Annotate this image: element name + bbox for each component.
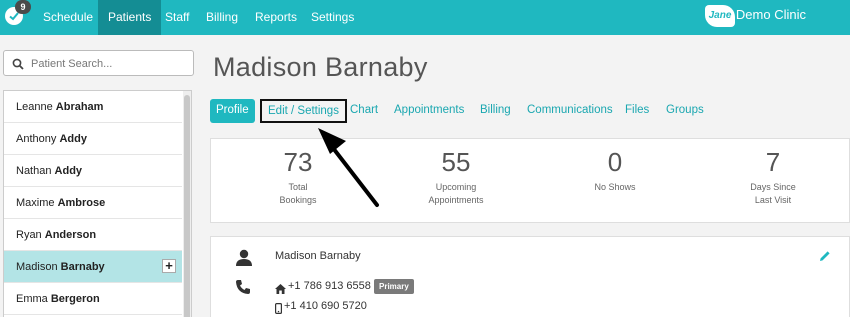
list-item[interactable]: Leanne Abraham <box>4 91 182 123</box>
stat-value: 55 <box>441 147 471 177</box>
stat-value: 0 <box>607 147 623 177</box>
user-icon <box>235 249 253 272</box>
tab-profile[interactable]: Profile <box>210 99 255 123</box>
search-icon <box>12 57 24 75</box>
phone-mobile: +1 410 690 5720 <box>284 300 367 312</box>
list-item[interactable]: Ryan Anderson <box>4 219 182 251</box>
notification-badge[interactable]: 9 <box>15 0 31 14</box>
pencil-icon[interactable] <box>819 249 831 267</box>
nav-patients[interactable]: Patients <box>98 0 162 35</box>
scrollbar[interactable] <box>183 91 191 317</box>
tab-chart[interactable]: Chart <box>344 99 384 123</box>
nav-reports[interactable]: Reports <box>245 0 307 35</box>
stats-card: 73 Total Bookings 55 Upcoming Appointments… <box>210 138 850 223</box>
page-title: Madison Barnaby <box>213 52 428 82</box>
list-item[interactable]: Nathan Addy <box>4 155 182 187</box>
stat-label: Total Bookings <box>279 182 317 205</box>
stat-days-since-last-visit: 7 Days Since Last Visit <box>713 147 833 207</box>
clinic-name[interactable]: Demo Clinic <box>736 0 806 35</box>
phone-home: +1 786 913 6558 <box>288 280 371 292</box>
top-nav-bar: 9 Schedule Patients Staff Billing Report… <box>0 0 850 35</box>
search-input[interactable] <box>31 55 181 72</box>
brand-logo: Jane <box>705 5 735 27</box>
tab-billing[interactable]: Billing <box>474 99 517 123</box>
list-item[interactable]: Emma Bergeron <box>4 283 182 315</box>
nav-schedule[interactable]: Schedule <box>33 0 103 35</box>
patient-list: Leanne Abraham Anthony Addy Nathan Addy … <box>3 90 192 317</box>
contact-name: Madison Barnaby <box>275 250 361 262</box>
tab-groups[interactable]: Groups <box>660 99 710 123</box>
stat-label: Upcoming Appointments <box>428 182 484 205</box>
nav-settings[interactable]: Settings <box>301 0 364 35</box>
tab-communications[interactable]: Communications <box>521 99 619 123</box>
list-item[interactable]: Maxime Ambrose <box>4 187 182 219</box>
tab-files[interactable]: Files <box>619 99 655 123</box>
tab-edit-settings[interactable]: Edit / Settings <box>260 99 347 123</box>
stat-label: No Shows <box>594 182 636 192</box>
list-item-selected[interactable]: Madison Barnaby + <box>4 251 182 283</box>
tab-appointments[interactable]: Appointments <box>388 99 470 123</box>
stat-upcoming-appointments: 55 Upcoming Appointments <box>396 147 516 207</box>
stat-value: 7 <box>765 147 781 177</box>
stat-value: 73 <box>283 147 313 177</box>
mobile-icon <box>275 301 283 317</box>
stat-no-shows: 0 No Shows <box>555 147 675 194</box>
phone-icon <box>235 279 251 300</box>
stat-label: Days Since Last Visit <box>750 182 796 205</box>
list-item[interactable]: Anthony Addy <box>4 123 182 155</box>
contact-card: Madison Barnaby +1 786 913 6558 Primary … <box>210 236 850 317</box>
nav-staff[interactable]: Staff <box>155 0 199 35</box>
patient-search[interactable] <box>3 50 194 76</box>
scroll-thumb[interactable] <box>184 95 190 317</box>
primary-badge: Primary <box>374 279 414 294</box>
stat-total-bookings: 73 Total Bookings <box>238 147 358 207</box>
app-logo[interactable]: 9 <box>0 0 33 35</box>
add-button[interactable]: + <box>162 259 176 273</box>
nav-billing[interactable]: Billing <box>196 0 248 35</box>
home-icon <box>275 281 286 299</box>
